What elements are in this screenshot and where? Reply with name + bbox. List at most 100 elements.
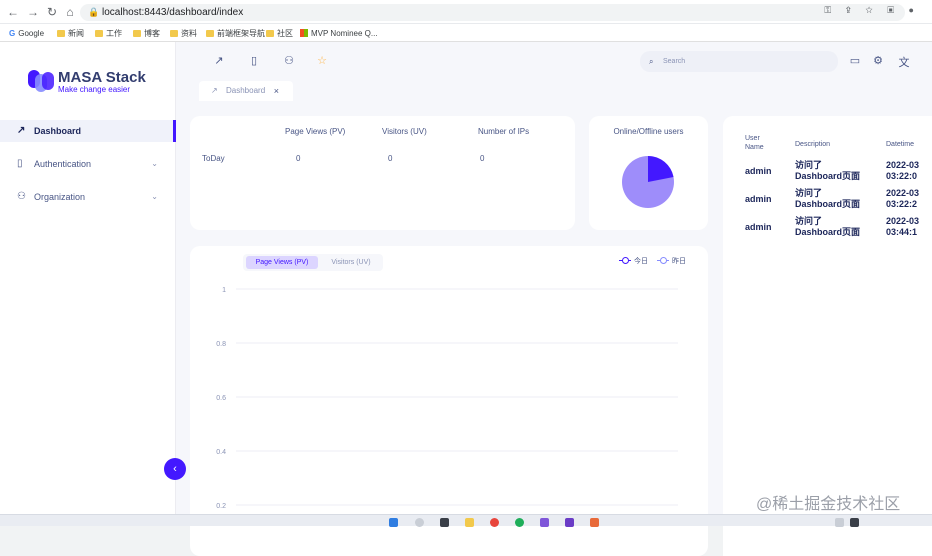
log-desc: Dashboard页面	[795, 171, 861, 181]
stat-value-ip: 0	[480, 154, 485, 163]
bookmark-frontend-nav[interactable]: 前端框架导航	[206, 28, 265, 39]
log-desc: 访问了	[795, 188, 823, 198]
chevron-left-icon: ‹	[173, 463, 177, 475]
folder-icon	[95, 30, 103, 37]
online-pie-chart	[622, 156, 674, 208]
lock-icon: 🔒	[88, 7, 100, 17]
log-user: admin	[745, 194, 772, 204]
bookmark-google[interactable]: G Google	[9, 28, 44, 39]
log-header-user: User Name	[745, 135, 764, 151]
pie-title: Online/Offline users	[613, 127, 684, 136]
sidebar-item-authentication[interactable]: ▯ Authentication ⌄	[0, 153, 176, 175]
toggle-uv-button[interactable]: Visitors (UV)	[321, 256, 381, 269]
legend-marker-icon	[657, 257, 669, 264]
y-tick-label: 0.4	[216, 449, 226, 456]
stat-header-uv: Visitors (UV)	[382, 127, 427, 136]
log-desc: 访问了	[795, 160, 823, 170]
sidebar-item-label: Authentication	[34, 159, 92, 169]
microsoft-icon	[300, 29, 308, 37]
os-taskbar	[0, 514, 932, 527]
bookmark-resources[interactable]: 资料	[170, 28, 197, 39]
google-icon: G	[9, 29, 16, 38]
y-tick-label: 0.6	[216, 395, 226, 402]
log-desc: Dashboard页面	[795, 227, 861, 237]
reload-icon[interactable]: ↻	[45, 5, 59, 19]
user-edit-icon[interactable]: ⚇	[282, 54, 296, 68]
y-tick-label: 0.8	[216, 341, 226, 348]
chart-metric-toggle: Page Views (PV) Visitors (UV)	[243, 254, 383, 271]
toggle-pv-button[interactable]: Page Views (PV)	[246, 256, 318, 269]
log-datetime: 2022-03	[886, 160, 920, 170]
file-icon: ▯	[17, 158, 23, 169]
log-header-description: Description	[795, 141, 831, 148]
url-text: localhost:8443/dashboard/index	[102, 7, 244, 18]
chart-grid	[236, 288, 678, 506]
bookmark-blog[interactable]: 博客	[133, 28, 160, 39]
address-bar[interactable]: 🔒 localhost:8443/dashboard/index	[80, 4, 905, 21]
stat-value-pv: 0	[296, 154, 301, 163]
y-tick-label: 1	[222, 287, 226, 294]
user-icon: ⚇	[17, 191, 26, 202]
search-placeholder: Search	[663, 58, 686, 65]
trend-icon[interactable]: ↗	[212, 54, 226, 68]
stat-header-ip: Number of IPs	[478, 127, 530, 136]
log-user: admin	[745, 222, 772, 232]
bookmark-community[interactable]: 社区	[266, 28, 293, 39]
top-bar: ↗ ▯ ⚇ ☆ ⌕ Search ▭ ⚙ 文	[186, 42, 932, 80]
legend-marker-icon	[619, 257, 631, 264]
folder-icon	[170, 30, 178, 37]
log-datetime: 2022-03	[886, 188, 920, 198]
traffic-line-chart: 1 0.8 0.6 0.4 0.2	[216, 287, 678, 510]
sidebar-item-label: Dashboard	[34, 126, 82, 136]
gear-icon[interactable]: ⚙	[871, 54, 885, 68]
bookmark-mvp[interactable]: MVP Nominee Q...	[300, 28, 378, 39]
log-datetime: 03:22:0	[886, 171, 918, 181]
trend-icon: ↗	[17, 125, 26, 136]
stat-header-pv: Page Views (PV)	[285, 127, 346, 136]
chevron-down-icon: ⌄	[151, 159, 158, 168]
browser-toolbar: ← → ↻ ⌂ 🔒 localhost:8443/dashboard/index…	[0, 0, 932, 24]
star-icon[interactable]: ☆	[315, 54, 329, 68]
file-icon[interactable]: ▯	[247, 54, 261, 68]
sidebar-item-label: Organization	[34, 192, 86, 202]
home-icon[interactable]: ⌂	[63, 5, 77, 19]
forward-icon[interactable]: →	[26, 5, 40, 19]
logo-title: MASA Stack	[58, 69, 146, 86]
tab-dashboard[interactable]: ↗ Dashboard ×	[199, 81, 293, 101]
y-axis-ticks: 1 0.8 0.6 0.4 0.2	[216, 287, 226, 510]
log-desc: 访问了	[795, 216, 823, 226]
folder-icon	[133, 30, 141, 37]
folder-icon	[206, 30, 214, 37]
legend-today[interactable]: 今日	[619, 256, 648, 266]
translate-icon[interactable]: 文	[897, 54, 911, 69]
sidebar-item-organization[interactable]: ⚇ Organization ⌄	[0, 186, 176, 208]
trend-icon: ↗	[211, 86, 218, 95]
sidebar-collapse-button[interactable]: ‹	[164, 458, 186, 480]
legend-yesterday[interactable]: 昨日	[657, 256, 686, 266]
y-tick-label: 0.2	[216, 503, 226, 510]
bookmarks-bar: G Google 新闻 工作 博客 资料 前端框架导航 社区 MVP Nomine…	[0, 24, 932, 42]
log-header-datetime: Datetime	[886, 141, 915, 148]
search-input[interactable]: ⌕ Search	[640, 51, 838, 72]
folder-icon	[266, 30, 274, 37]
log-desc: Dashboard页面	[795, 199, 861, 209]
sidebar-item-dashboard[interactable]: ↗ Dashboard	[0, 120, 176, 142]
online-users-card: Online/Offline users	[589, 116, 708, 230]
stats-card: Page Views (PV) Visitors (UV) Number of …	[190, 116, 575, 230]
close-icon[interactable]: ×	[274, 81, 279, 101]
folder-icon	[57, 30, 65, 37]
log-datetime: 03:22:2	[886, 199, 918, 209]
chevron-down-icon: ⌄	[151, 192, 158, 201]
stat-row-label: ToDay	[202, 154, 225, 163]
bookmark-news[interactable]: 新闻	[57, 28, 84, 39]
log-datetime: 03:44:1	[886, 227, 918, 237]
log-datetime: 2022-03	[886, 216, 920, 226]
log-user: admin	[745, 166, 772, 176]
back-icon[interactable]: ←	[6, 5, 20, 19]
tab-label: Dashboard	[226, 86, 266, 95]
message-icon[interactable]: ▭	[848, 54, 862, 68]
browser-actions[interactable]: ⚿ ⇪ ☆ ▣ ●	[824, 5, 920, 16]
bookmark-work[interactable]: 工作	[95, 28, 122, 39]
watermark: @稀土掘金技术社区	[756, 496, 901, 513]
logo-subtitle: Make change easier	[58, 85, 131, 94]
